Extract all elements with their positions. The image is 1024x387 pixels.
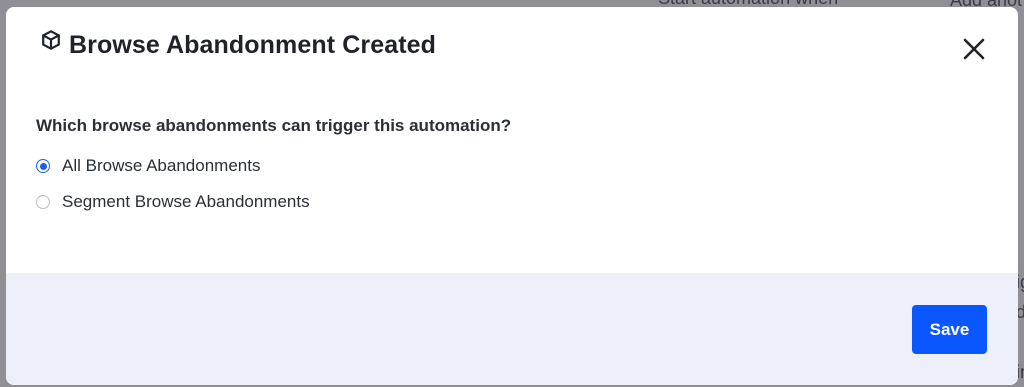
option-label: Segment Browse Abandonments xyxy=(62,192,310,211)
trigger-question: Which browse abandonments can trigger th… xyxy=(36,116,512,135)
close-button[interactable] xyxy=(961,36,987,62)
radio-unselected[interactable] xyxy=(36,195,50,209)
option-label: All Browse Abandonments xyxy=(62,156,261,175)
modal-footer: Save xyxy=(6,273,1018,385)
radio-selected[interactable] xyxy=(36,159,50,173)
cube-icon xyxy=(40,29,62,51)
trigger-settings-modal: Browse Abandonment Created Which browse … xyxy=(6,7,1018,385)
option-all-browse-abandonments[interactable]: All Browse Abandonments xyxy=(36,155,260,177)
modal-title: Browse Abandonment Created xyxy=(69,31,437,59)
save-button[interactable]: Save xyxy=(912,305,987,354)
option-segment-browse-abandonments[interactable]: Segment Browse Abandonments xyxy=(36,191,310,213)
close-icon xyxy=(963,38,985,60)
modal-header: Browse Abandonment Created xyxy=(6,7,1018,87)
